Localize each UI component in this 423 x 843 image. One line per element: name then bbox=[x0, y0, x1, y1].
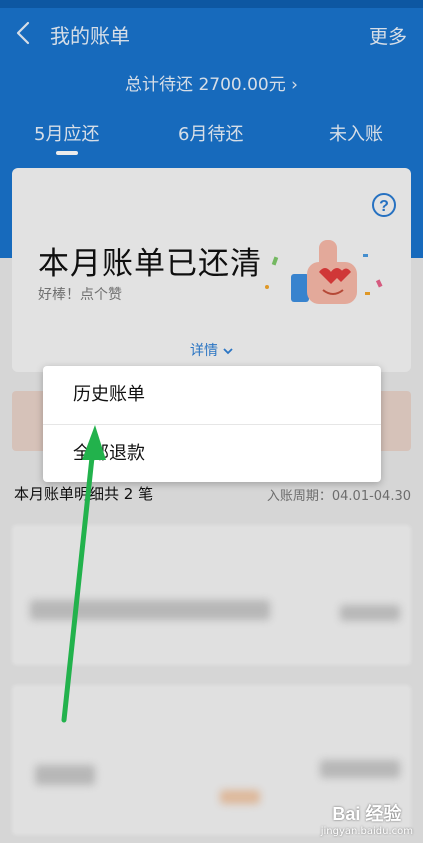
more-menu-popup: 历史账单 全部退款 bbox=[43, 366, 381, 482]
menu-item-all-refunds[interactable]: 全部退款 bbox=[43, 425, 381, 483]
watermark: Bai 经验 jingyan.baidu.com bbox=[321, 800, 413, 837]
watermark-brand: Bai 经验 bbox=[332, 804, 402, 824]
menu-item-history-bills[interactable]: 历史账单 bbox=[43, 366, 381, 424]
watermark-url: jingyan.baidu.com bbox=[320, 826, 413, 837]
